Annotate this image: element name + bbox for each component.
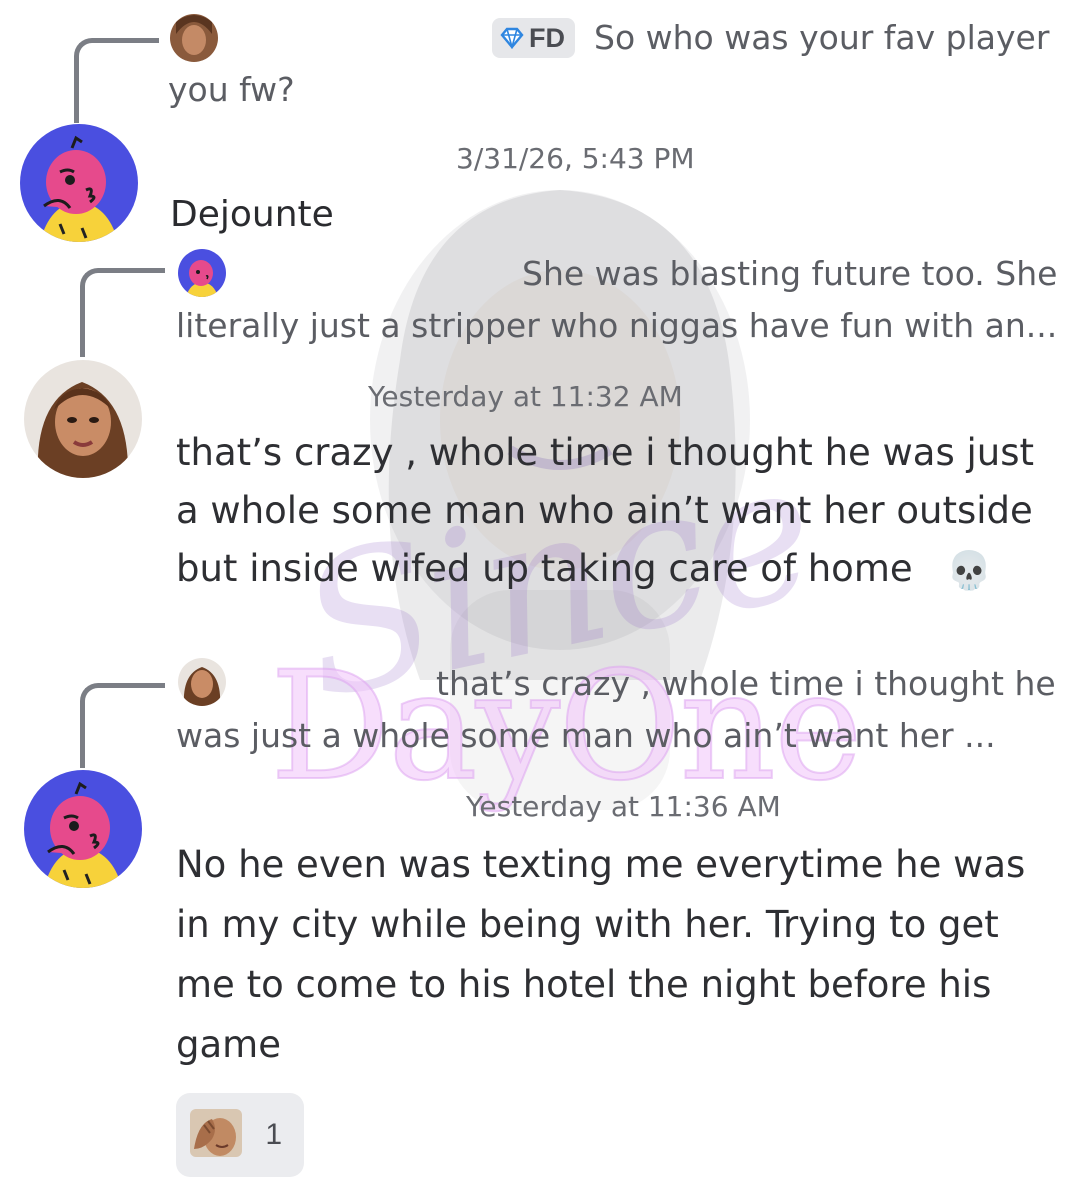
reply-author-avatar[interactable]: [170, 14, 218, 62]
message-text: No he even was texting me everytime he w…: [176, 843, 1026, 886]
skull-emoji: 💀: [946, 549, 993, 592]
diamond-icon: [500, 27, 524, 49]
reply-preview-text[interactable]: was just a whole some man who ain’t want…: [176, 716, 996, 755]
reply-preview-text[interactable]: literally just a stripper who niggas hav…: [176, 306, 1057, 345]
reply-connector: [80, 268, 165, 357]
dejounte-avatar[interactable]: [24, 770, 142, 888]
dejounte-avatar[interactable]: [20, 124, 138, 242]
message-text: a whole some man who ain’t want her outs…: [176, 489, 1033, 532]
message-text: but inside wifed up taking care of home: [176, 547, 913, 590]
reaction-chip[interactable]: 1: [176, 1093, 304, 1177]
reply-connector: [74, 38, 159, 123]
message-text: game: [176, 1023, 281, 1066]
user-avatar[interactable]: [24, 360, 142, 478]
message-timestamp: Yesterday at 11:32 AM: [368, 380, 683, 413]
reaction-count: 1: [265, 1118, 282, 1151]
reply-preview-text[interactable]: She was blasting future too. She: [522, 254, 1057, 293]
message-text: that’s crazy , whole time i thought he w…: [176, 431, 1035, 474]
message-text: me to come to his hotel the night before…: [176, 963, 992, 1006]
message-timestamp: Yesterday at 11:36 AM: [466, 790, 781, 823]
message-text: in my city while being with her. Trying …: [176, 903, 999, 946]
message-timestamp: 3/31/26, 5:43 PM: [456, 142, 695, 175]
reply-connector: [80, 683, 165, 768]
reply-preview-text[interactable]: So who was your fav player: [594, 18, 1049, 57]
reply-author-avatar[interactable]: [178, 658, 226, 706]
message-text: Dejounte: [170, 194, 334, 235]
server-tag-badge[interactable]: FD: [492, 18, 575, 58]
reply-preview-text[interactable]: that’s crazy , whole time i thought he: [436, 664, 1056, 703]
reply-preview-text[interactable]: you fw?: [168, 70, 295, 109]
reply-author-avatar[interactable]: [178, 249, 226, 297]
facepalm-man-icon: [190, 1109, 242, 1161]
server-tag-label: FD: [529, 22, 565, 53]
